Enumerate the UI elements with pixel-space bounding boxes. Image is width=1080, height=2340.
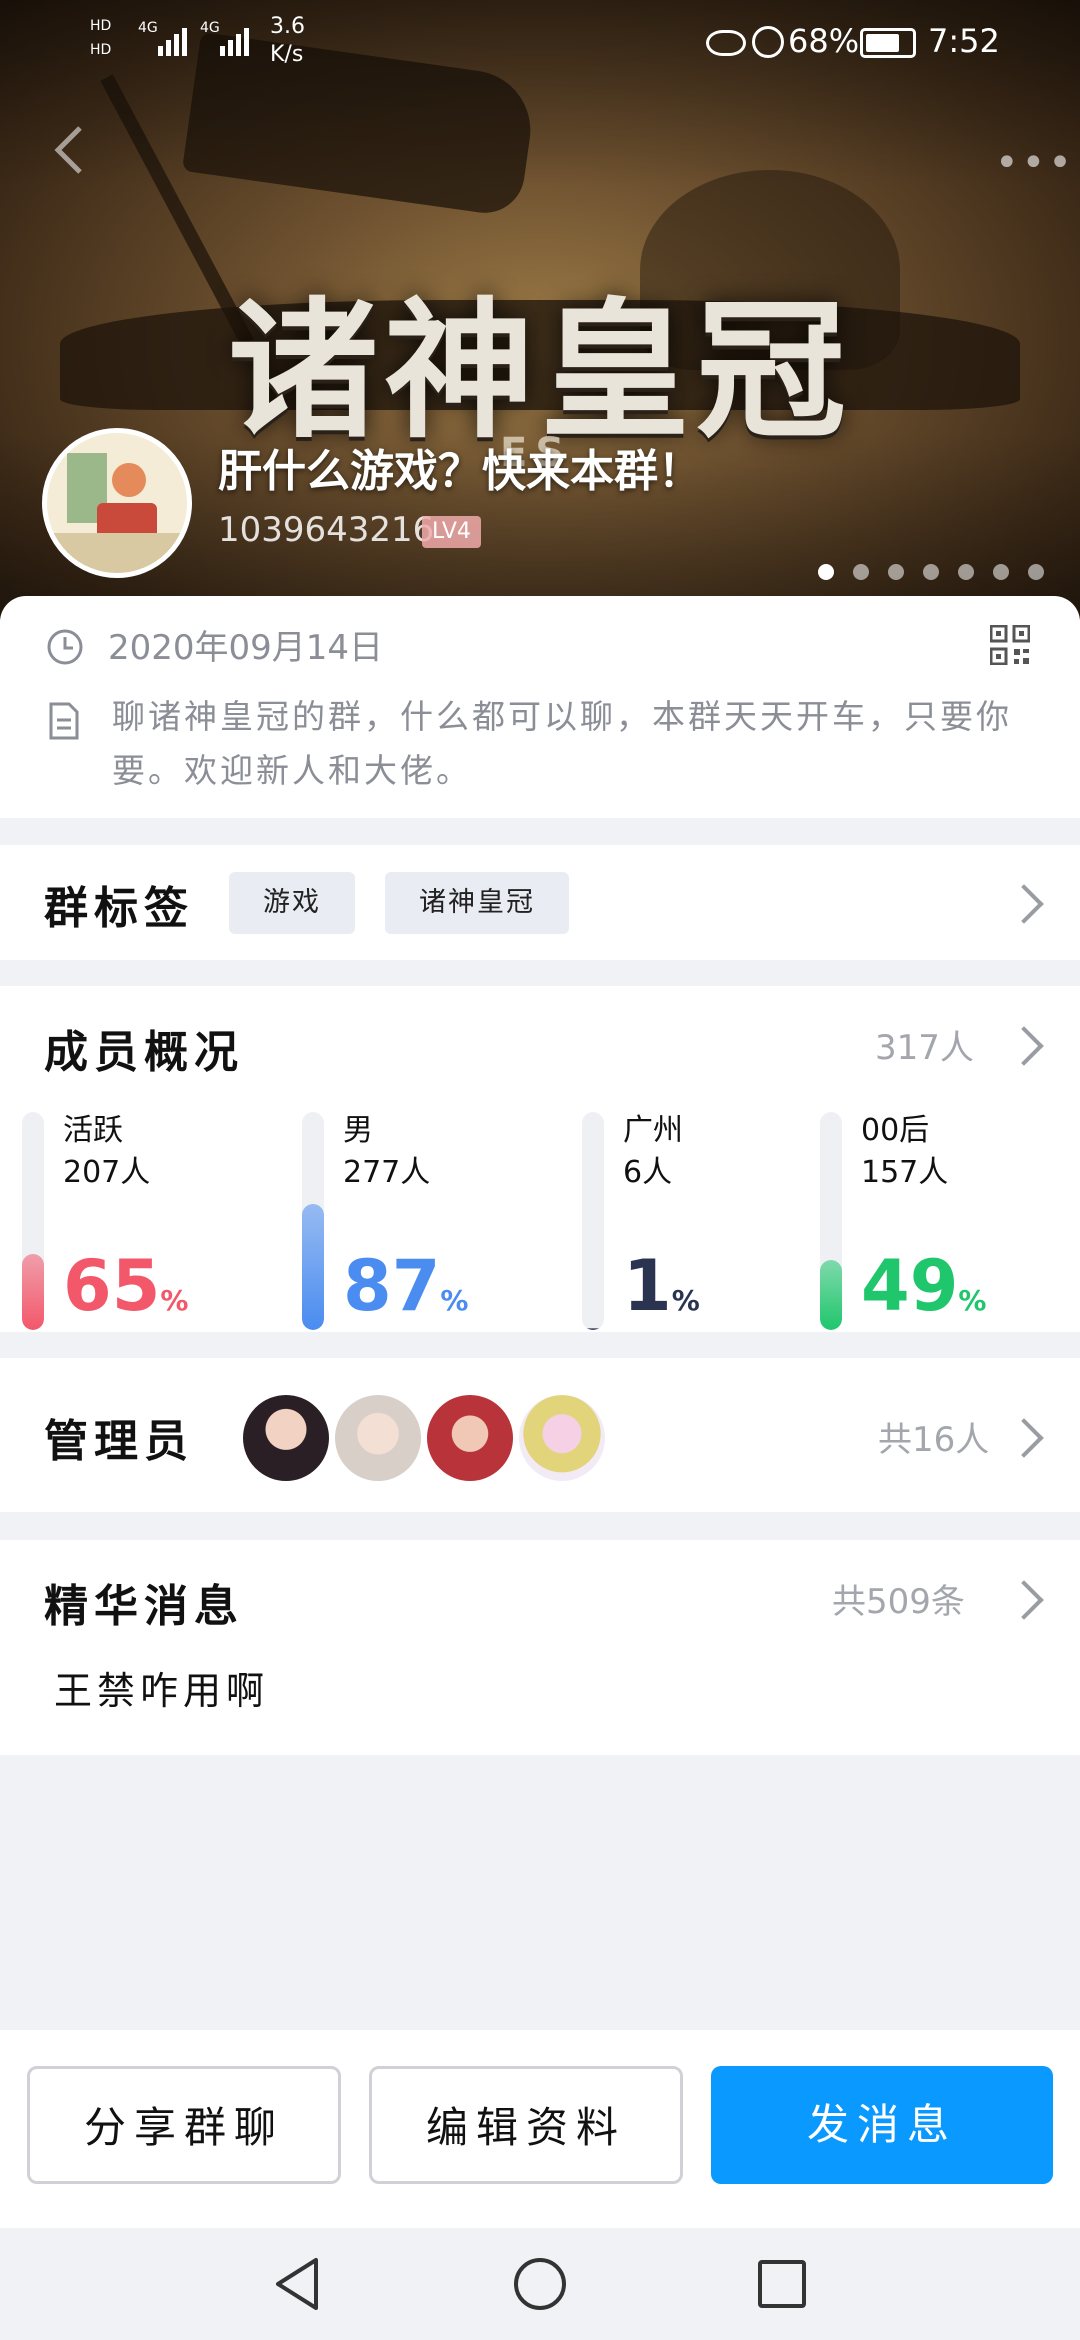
status-bar: HD HD 4G 4G 3.6 K/s 68% 7:52 — [0, 0, 1080, 80]
description-icon — [49, 702, 79, 740]
admin-avatar — [424, 1392, 516, 1484]
stat-label: 活跃 — [63, 1113, 123, 1148]
tag-chip[interactable]: 诸神皇冠 — [385, 872, 569, 934]
members-title: 成员概况 — [44, 1027, 244, 1078]
page-dot — [958, 564, 974, 580]
network-speed-value: 3.6 — [270, 14, 305, 39]
group-level-badge: LV4 — [422, 516, 481, 548]
network-type-2: 4G — [200, 20, 220, 36]
page-dot — [923, 564, 939, 580]
group-description: 聊诸神皇冠的群，什么都可以聊，本群天天开车，只要你要。欢迎新人和大佬。 — [112, 697, 1012, 790]
group-avatar[interactable] — [42, 428, 192, 578]
send-message-button[interactable]: 发消息 — [711, 2066, 1053, 2184]
page-dot — [853, 564, 869, 580]
stat-percent: 87 — [343, 1245, 441, 1327]
stat-bar-track — [22, 1112, 44, 1330]
stat-percent-sign: % — [440, 1284, 469, 1317]
page-dot — [818, 564, 834, 580]
eye-icon — [706, 30, 746, 56]
group-id[interactable]: 1039643216 — [218, 510, 434, 550]
member-stat-active[interactable]: 活跃 207人 65% — [20, 1110, 280, 1332]
stat-count: 157人 — [861, 1155, 949, 1190]
created-date: 2020年09月14日 — [108, 628, 384, 668]
essence-preview: 王禁咋用啊 — [54, 1669, 270, 1713]
more-options-button[interactable]: ••• — [995, 140, 1075, 186]
admins-title: 管理员 — [44, 1416, 194, 1467]
hd-icon: HD HD — [90, 18, 112, 58]
clock: 7:52 — [928, 22, 1000, 60]
essence-count: 共509条 — [832, 1582, 965, 1622]
stat-count: 207人 — [63, 1155, 151, 1190]
nav-home-icon[interactable] — [512, 2256, 568, 2312]
member-stat-male[interactable]: 男 277人 87% — [300, 1110, 560, 1332]
admin-avatar — [332, 1392, 424, 1484]
stat-count: 6人 — [623, 1155, 673, 1190]
stat-percent: 1 — [623, 1245, 672, 1327]
nav-back-icon[interactable] — [272, 2256, 322, 2312]
admin-avatar — [240, 1392, 332, 1484]
page-dot — [993, 564, 1009, 580]
share-group-button[interactable]: 分享群聊 — [27, 2066, 341, 2184]
stat-label: 男 — [343, 1113, 373, 1148]
stat-bar-fill — [820, 1260, 842, 1330]
clock-icon — [47, 629, 83, 665]
signal-icon-2 — [220, 22, 249, 56]
stat-percent: 65 — [63, 1245, 161, 1327]
battery-icon — [860, 28, 916, 58]
alarm-icon — [752, 26, 784, 58]
back-button[interactable] — [50, 120, 100, 180]
stat-bar-fill — [302, 1203, 324, 1330]
stat-bar-track — [582, 1112, 604, 1330]
edit-profile-button[interactable]: 编辑资料 — [369, 2066, 683, 2184]
page-dot — [1028, 564, 1044, 580]
more-dots-icon: ••• — [995, 140, 1075, 186]
back-arrow-icon — [54, 126, 82, 174]
stat-percent-sign: % — [160, 1284, 189, 1317]
member-stat-age[interactable]: 00后 157人 49% — [818, 1110, 1068, 1332]
network-speed-unit: K/s — [270, 42, 304, 67]
stat-percent-sign: % — [958, 1284, 987, 1317]
stat-label: 广州 — [623, 1113, 683, 1148]
tag-chip[interactable]: 游戏 — [229, 872, 355, 934]
group-name: 肝什么游戏？快来本群！ — [218, 446, 702, 497]
nav-recents-icon[interactable] — [756, 2258, 808, 2310]
signal-icon — [158, 22, 187, 56]
stat-percent: 49 — [861, 1245, 959, 1327]
system-nav-bar — [0, 2228, 1080, 2340]
stat-count: 277人 — [343, 1155, 431, 1190]
stat-label: 00后 — [861, 1113, 930, 1148]
tags-title: 群标签 — [44, 883, 194, 934]
network-type-1: 4G — [138, 20, 158, 36]
stat-percent-sign: % — [671, 1284, 700, 1317]
member-total: 317人 — [875, 1028, 974, 1068]
battery-percent: 68% — [788, 22, 860, 60]
stat-bar-track — [820, 1112, 842, 1330]
admin-avatar — [516, 1392, 608, 1484]
essence-title: 精华消息 — [44, 1581, 244, 1632]
banner-page-indicator — [818, 564, 1044, 580]
stat-bar-fill — [22, 1253, 44, 1330]
page-dot — [888, 564, 904, 580]
admin-count: 共16人 — [878, 1420, 990, 1460]
stat-bar-track — [302, 1112, 324, 1330]
stat-bar-fill — [582, 1327, 604, 1330]
member-stat-city[interactable]: 广州 6人 1% — [580, 1110, 800, 1332]
qr-code-icon[interactable] — [990, 625, 1030, 665]
